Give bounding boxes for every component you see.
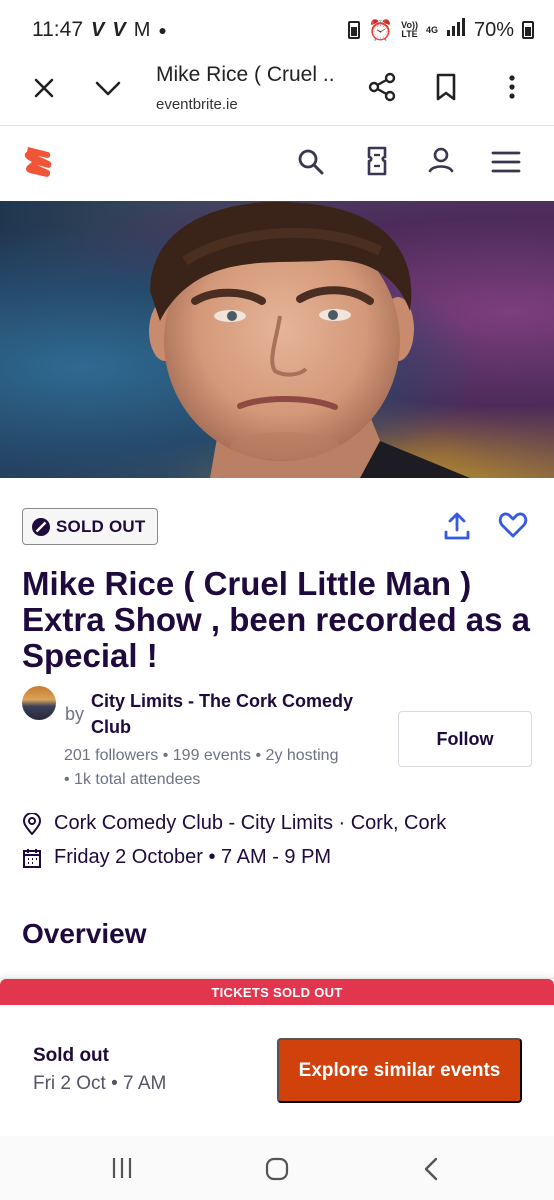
back-icon[interactable] bbox=[420, 1156, 442, 1182]
browser-page-title[interactable]: Mike Rice ( Cruel ... bbox=[156, 63, 336, 87]
organizer-stats: 201 followers • 199 events • 2y hosting … bbox=[64, 744, 364, 792]
follow-button[interactable]: Follow bbox=[398, 711, 532, 767]
alarm-icon: ⏰ bbox=[368, 19, 394, 42]
organizer-by-label: by bbox=[65, 704, 85, 724]
calendar-icon bbox=[23, 848, 41, 868]
4g-icon: 4G bbox=[425, 24, 438, 35]
status-left: 11:47 V V M ● bbox=[32, 18, 167, 42]
recents-icon[interactable] bbox=[108, 1156, 136, 1180]
organizer-name-link[interactable]: City Limits - The Cork Comedy Club bbox=[91, 688, 381, 740]
organizer-stats-line: 201 followers • 199 events • 2y hosting bbox=[64, 747, 339, 764]
share-icon[interactable] bbox=[366, 71, 398, 103]
gmail-icon: M bbox=[133, 18, 151, 41]
explore-similar-events-button[interactable]: Explore similar events bbox=[277, 1038, 522, 1103]
volte-icon: Vo)) LTE bbox=[401, 20, 418, 39]
battery-saver-icon bbox=[348, 21, 361, 39]
sold-out-badge-label: SOLD OUT bbox=[56, 516, 146, 536]
sold-out-badge: SOLD OUT bbox=[22, 508, 159, 545]
tickets-icon[interactable] bbox=[362, 145, 392, 177]
sticky-date: Fri 2 Oct • 7 AM bbox=[33, 1073, 167, 1094]
event-location-row[interactable]: Cork Comedy Club - City Limits · Cork, C… bbox=[22, 812, 446, 835]
chevron-down-icon[interactable] bbox=[92, 72, 124, 104]
organizer-stats-line: • 1k total attendees bbox=[64, 771, 201, 788]
site-header bbox=[0, 127, 554, 201]
ban-icon bbox=[32, 517, 50, 536]
event-location: Cork Comedy Club - City Limits · Cork, C… bbox=[54, 812, 447, 834]
bookmark-icon[interactable] bbox=[430, 71, 462, 103]
heart-icon[interactable] bbox=[498, 510, 528, 540]
organizer-avatar[interactable] bbox=[22, 686, 56, 720]
search-icon[interactable] bbox=[296, 147, 326, 177]
event-datetime: Friday 2 October • 7 AM - 9 PM bbox=[54, 846, 332, 868]
event-title: Mike Rice ( Cruel Little Man ) Extra Sho… bbox=[22, 565, 531, 674]
status-right: ⏰ Vo)) LTE 4G 70% bbox=[348, 18, 534, 43]
status-time: 11:47 bbox=[32, 18, 83, 41]
event-date-row[interactable]: Friday 2 October • 7 AM - 9 PM bbox=[22, 846, 331, 869]
sticky-status: Sold out bbox=[33, 1045, 109, 1066]
signal-icon bbox=[446, 18, 466, 42]
browser-toolbar: Mike Rice ( Cruel ... eventbrite.ie bbox=[0, 60, 554, 126]
performer-portrait bbox=[149, 201, 470, 478]
location-pin-icon bbox=[22, 812, 42, 835]
notification-v-icon: V bbox=[112, 18, 126, 41]
eventbrite-logo-icon[interactable] bbox=[22, 143, 54, 181]
close-icon[interactable] bbox=[28, 72, 60, 104]
battery-percent: 70% bbox=[473, 18, 514, 41]
status-bar: 11:47 V V M ● ⏰ Vo)) LTE 4G 70% bbox=[0, 0, 554, 60]
overview-heading: Overview bbox=[22, 918, 147, 949]
home-icon[interactable] bbox=[264, 1156, 290, 1182]
notification-v-icon: V bbox=[91, 18, 105, 41]
battery-icon bbox=[522, 21, 534, 39]
more-notifications-dot: ● bbox=[158, 22, 167, 38]
android-nav-bar bbox=[0, 1136, 554, 1200]
upload-share-icon[interactable] bbox=[442, 510, 472, 542]
menu-icon[interactable] bbox=[490, 147, 522, 177]
user-icon[interactable] bbox=[426, 145, 456, 177]
more-vert-icon[interactable] bbox=[496, 71, 528, 103]
event-hero-image bbox=[0, 201, 554, 478]
sticky-checkout-bar: TICKETS SOLD OUT Sold out Fri 2 Oct • 7 … bbox=[0, 978, 554, 1136]
browser-url[interactable]: eventbrite.ie bbox=[156, 96, 238, 113]
tickets-sold-out-banner: TICKETS SOLD OUT bbox=[0, 979, 554, 1005]
